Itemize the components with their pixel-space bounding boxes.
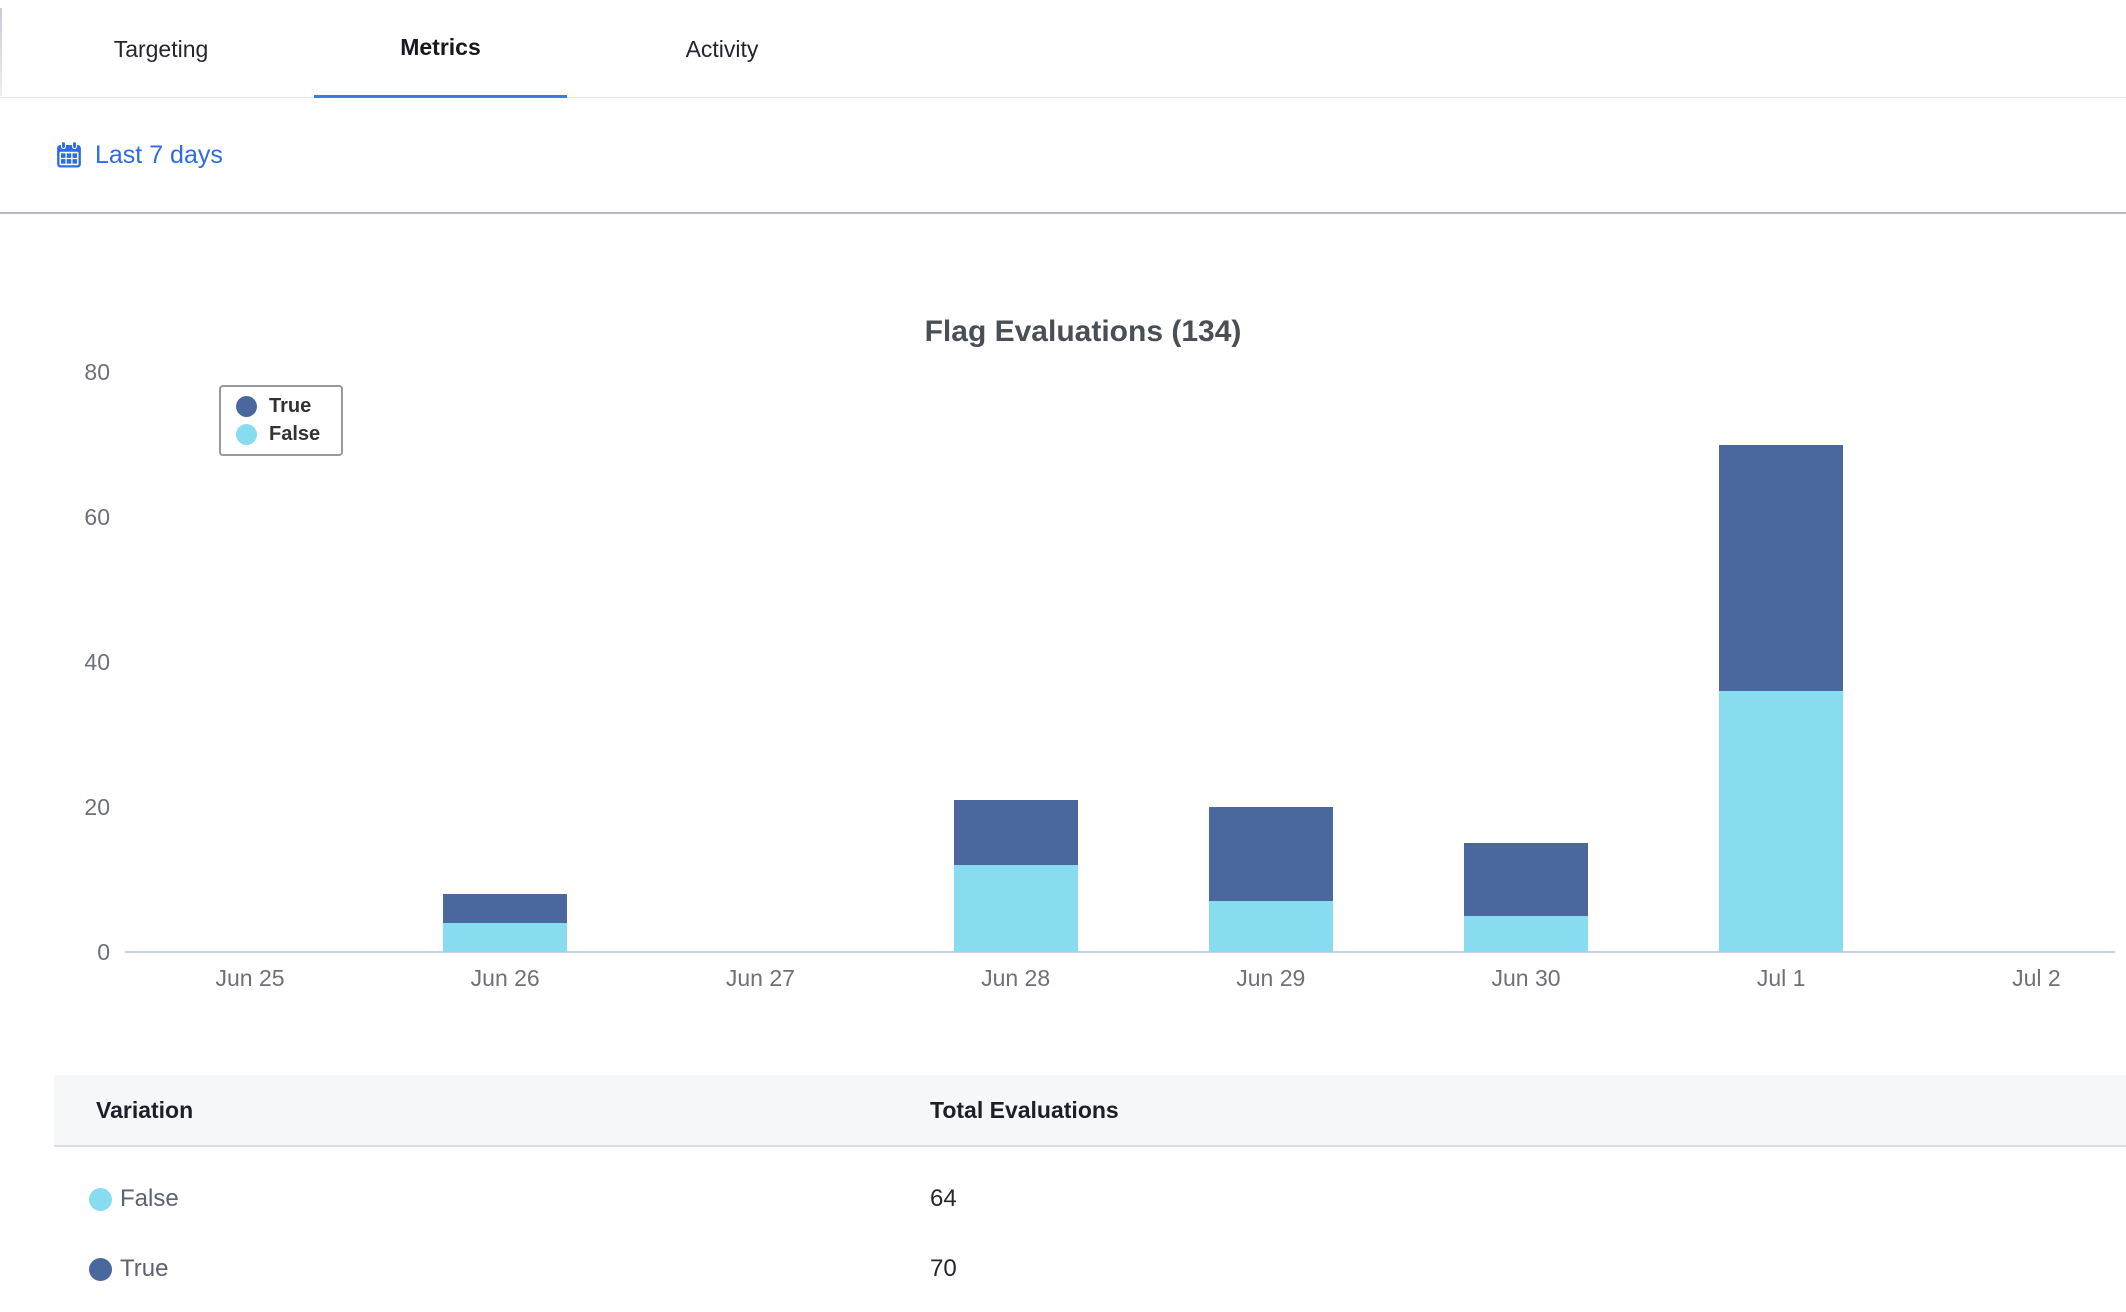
bar-segment-true-jul-1[interactable] xyxy=(1719,445,1843,692)
x-axis-tick-label: Jun 29 xyxy=(1181,964,1361,992)
table-header-row: Variation Total Evaluations xyxy=(54,1075,2126,1147)
legend-swatch-false-icon xyxy=(236,424,257,445)
variation-false-label: False xyxy=(120,1185,179,1213)
bar-segment-false-jun-29[interactable] xyxy=(1209,901,1333,952)
x-axis-tick-label: Jun 27 xyxy=(670,964,850,992)
calendar-icon xyxy=(54,140,84,170)
metrics-page: Targeting Metrics Activity xyxy=(0,0,2126,1312)
bar-segment-false-jun-26[interactable] xyxy=(443,923,567,952)
x-axis-tick-label: Jun 25 xyxy=(160,964,340,992)
table-row-true: True 70 xyxy=(54,1234,2126,1304)
y-axis-tick-label: 60 xyxy=(30,503,110,531)
tab-metrics[interactable]: Metrics xyxy=(314,0,567,98)
legend-item-false[interactable]: False xyxy=(236,423,341,446)
legend-item-true[interactable]: True xyxy=(236,395,341,418)
chart-legend: True False xyxy=(219,385,343,456)
date-range-label: Last 7 days xyxy=(95,141,223,170)
variation-true-label: True xyxy=(120,1255,168,1283)
bar-segment-true-jun-30[interactable] xyxy=(1464,843,1588,916)
bar-segment-true-jun-28[interactable] xyxy=(954,800,1078,865)
bar-segment-true-jun-29[interactable] xyxy=(1209,807,1333,901)
column-header-variation: Variation xyxy=(96,1075,193,1145)
filter-row: Last 7 days xyxy=(0,98,2126,214)
x-axis-tick-label: Jun 30 xyxy=(1436,964,1616,992)
variation-true-dot-icon xyxy=(89,1258,112,1281)
table-row-false: False 64 xyxy=(54,1164,2126,1234)
variation-true-total: 70 xyxy=(930,1234,957,1304)
tab-activity[interactable]: Activity xyxy=(592,0,852,98)
variation-false-total: 64 xyxy=(930,1164,957,1234)
bar-segment-false-jun-28[interactable] xyxy=(954,865,1078,952)
y-axis-tick-label: 0 xyxy=(30,938,110,966)
window-edge-divider xyxy=(0,8,2,96)
tab-bar: Targeting Metrics Activity xyxy=(0,0,2126,98)
tab-targeting[interactable]: Targeting xyxy=(56,0,266,98)
y-axis-tick-label: 40 xyxy=(30,648,110,676)
y-axis-tick-label: 80 xyxy=(30,358,110,386)
date-range-button[interactable]: Last 7 days xyxy=(54,140,223,170)
y-axis-tick-label: 20 xyxy=(30,793,110,821)
column-header-total-evaluations: Total Evaluations xyxy=(930,1075,1119,1145)
x-axis-tick-label: Jun 26 xyxy=(415,964,595,992)
chart-title: Flag Evaluations (134) xyxy=(40,315,2126,349)
x-axis-tick-label: Jun 28 xyxy=(926,964,1106,992)
legend-label-false: False xyxy=(269,423,320,446)
legend-swatch-true-icon xyxy=(236,396,257,417)
x-axis-tick-label: Jul 2 xyxy=(1946,964,2126,992)
bar-segment-false-jul-1[interactable] xyxy=(1719,691,1843,952)
bar-segment-false-jun-30[interactable] xyxy=(1464,916,1588,952)
variation-false-dot-icon xyxy=(89,1188,112,1211)
bar-segment-true-jun-26[interactable] xyxy=(443,894,567,923)
legend-label-true: True xyxy=(269,395,311,418)
x-axis-tick-label: Jul 1 xyxy=(1691,964,1871,992)
